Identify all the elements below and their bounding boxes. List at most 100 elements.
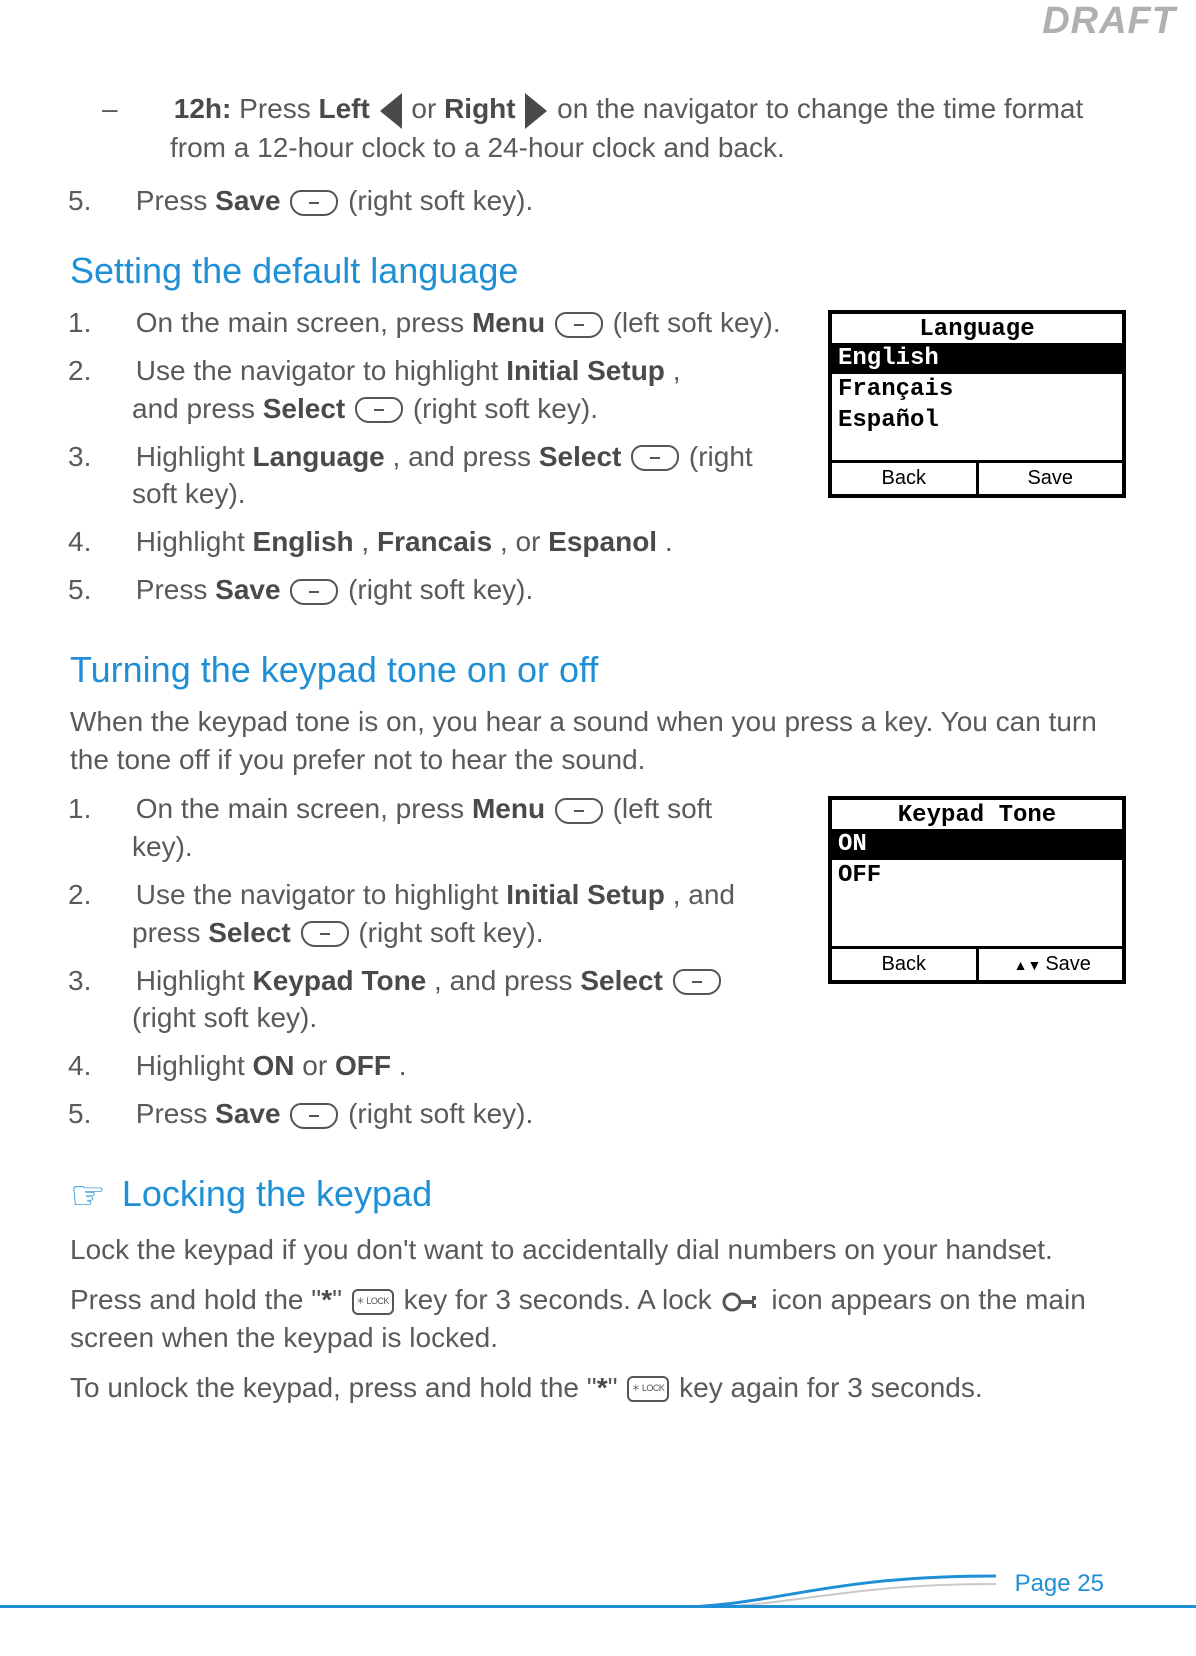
text: Press: [136, 185, 215, 216]
softkey-icon: [673, 969, 721, 995]
text: Press and hold the ": [70, 1284, 321, 1315]
draft-watermark: DRAFT: [1042, 0, 1176, 43]
text: , and press: [434, 965, 580, 996]
label-save: Save: [215, 185, 280, 216]
softkey-icon: [355, 397, 403, 423]
label-keypad-tone: Keypad Tone: [253, 965, 427, 996]
star-key-icon: [352, 1289, 394, 1315]
step-number: 4.: [100, 1047, 128, 1085]
label-select: Select: [539, 441, 622, 472]
step-2: 2. Use the navigator to highlight Initia…: [100, 876, 752, 952]
label-francais: Francais: [377, 526, 492, 557]
step-number: 3.: [100, 438, 128, 476]
text: or: [302, 1050, 335, 1081]
screen-back: Back: [832, 463, 979, 494]
text: Use the navigator to highlight: [136, 355, 506, 386]
text: Use the navigator to highlight: [136, 879, 506, 910]
step-5: 5. Press Save (right soft key).: [100, 182, 1126, 220]
footer-swoosh-icon: [656, 1572, 996, 1608]
label-off: OFF: [335, 1050, 391, 1081]
screen-row-selected: English: [832, 343, 1122, 374]
text: ": [332, 1284, 350, 1315]
step-5: 5. Press Save (right soft key).: [100, 1095, 1126, 1133]
heading-locking-keypad: ☞ Locking the keypad: [70, 1173, 1126, 1219]
text: On the main screen, press: [136, 307, 472, 338]
text: Press: [136, 1098, 215, 1129]
screen-save: ▲▼Save: [979, 949, 1123, 980]
footer-line: [0, 1605, 1196, 1608]
label-select: Select: [263, 393, 346, 424]
label-menu: Menu: [472, 307, 545, 338]
text: (right soft key).: [348, 185, 533, 216]
screen-row-selected: ON: [832, 829, 1122, 860]
lock-para-3: To unlock the keypad, press and hold the…: [70, 1369, 1126, 1407]
text-or: or: [411, 93, 444, 124]
step-4: 4. Highlight English , Francais , or Esp…: [100, 523, 1126, 561]
label-right: Right: [444, 93, 516, 124]
label-select: Select: [208, 917, 291, 948]
softkey-icon: [555, 312, 603, 338]
screen-keypad-tone: Keypad Tone ON OFF Back ▲▼Save: [828, 796, 1126, 984]
step-number: 5.: [100, 182, 128, 220]
star-char: *: [597, 1372, 608, 1403]
step-number: 3.: [100, 962, 128, 1000]
label-english: English: [253, 526, 354, 557]
label-save: Save: [215, 1098, 280, 1129]
pointing-hand-icon: ☞: [70, 1173, 106, 1219]
screen-back: Back: [832, 949, 979, 980]
step-number: 4.: [100, 523, 128, 561]
step-3: 3. Highlight Language , and press Select…: [100, 438, 772, 514]
nav-left-icon: [380, 93, 402, 129]
lock-para-2: Press and hold the "*" key for 3 seconds…: [70, 1281, 1126, 1357]
step-12h: – 12h: Press Left or Right on the naviga…: [70, 90, 1126, 166]
label-language: Language: [253, 441, 385, 472]
text: Press: [239, 93, 318, 124]
step-number: 5.: [100, 1095, 128, 1133]
label-menu: Menu: [472, 793, 545, 824]
text: , or: [500, 526, 548, 557]
label-select: Select: [580, 965, 663, 996]
text: (right soft key).: [358, 917, 543, 948]
text: .: [399, 1050, 407, 1081]
text: , and press: [393, 441, 539, 472]
text: Highlight: [136, 526, 253, 557]
nav-right-icon: [525, 93, 547, 129]
intro-keypad-tone: When the keypad tone is on, you hear a s…: [70, 703, 1126, 779]
text: (right soft key).: [348, 1098, 533, 1129]
screen-row: Español: [832, 405, 1122, 436]
screen-title: Keypad Tone: [832, 800, 1122, 829]
text: (right soft key).: [348, 574, 533, 605]
text: (right soft key).: [132, 1002, 317, 1033]
label-on: ON: [253, 1050, 295, 1081]
step-number: 1.: [100, 304, 128, 342]
step-number: 1.: [100, 790, 128, 828]
softkey-icon: [290, 190, 338, 216]
page-footer: Page 25: [0, 1566, 1196, 1626]
text: (right soft key).: [413, 393, 598, 424]
screen-save: Save: [979, 463, 1123, 494]
step-2: 2. Use the navigator to highlight Initia…: [100, 352, 732, 428]
text: Highlight: [136, 965, 253, 996]
star-key-icon: [627, 1376, 669, 1402]
text: (left soft key).: [613, 307, 781, 338]
text: To unlock the keypad, press and hold the…: [70, 1372, 597, 1403]
softkey-icon: [555, 798, 603, 824]
step-number: 5.: [100, 571, 128, 609]
text: Highlight: [136, 1050, 253, 1081]
label-save: Save: [215, 574, 280, 605]
label-espanol: Espanol: [548, 526, 657, 557]
softkey-icon: [290, 579, 338, 605]
text: .: [665, 526, 673, 557]
arrows-icon: ▲▼: [1010, 957, 1046, 973]
star-char: *: [321, 1284, 332, 1315]
text: key for 3 seconds. A lock: [404, 1284, 720, 1315]
lock-para-1: Lock the keypad if you don't want to acc…: [70, 1231, 1126, 1269]
screen-language: Language English Français Español Back S…: [828, 310, 1126, 498]
page-number: Page 25: [1003, 1570, 1116, 1598]
label-12h: 12h:: [174, 93, 232, 124]
heading-keypad-tone: Turning the keypad tone on or off: [70, 649, 1126, 691]
heading-text: Locking the keypad: [122, 1173, 432, 1214]
text: ,: [361, 526, 377, 557]
text: On the main screen, press: [136, 793, 472, 824]
label-initial-setup: Initial Setup: [506, 355, 665, 386]
